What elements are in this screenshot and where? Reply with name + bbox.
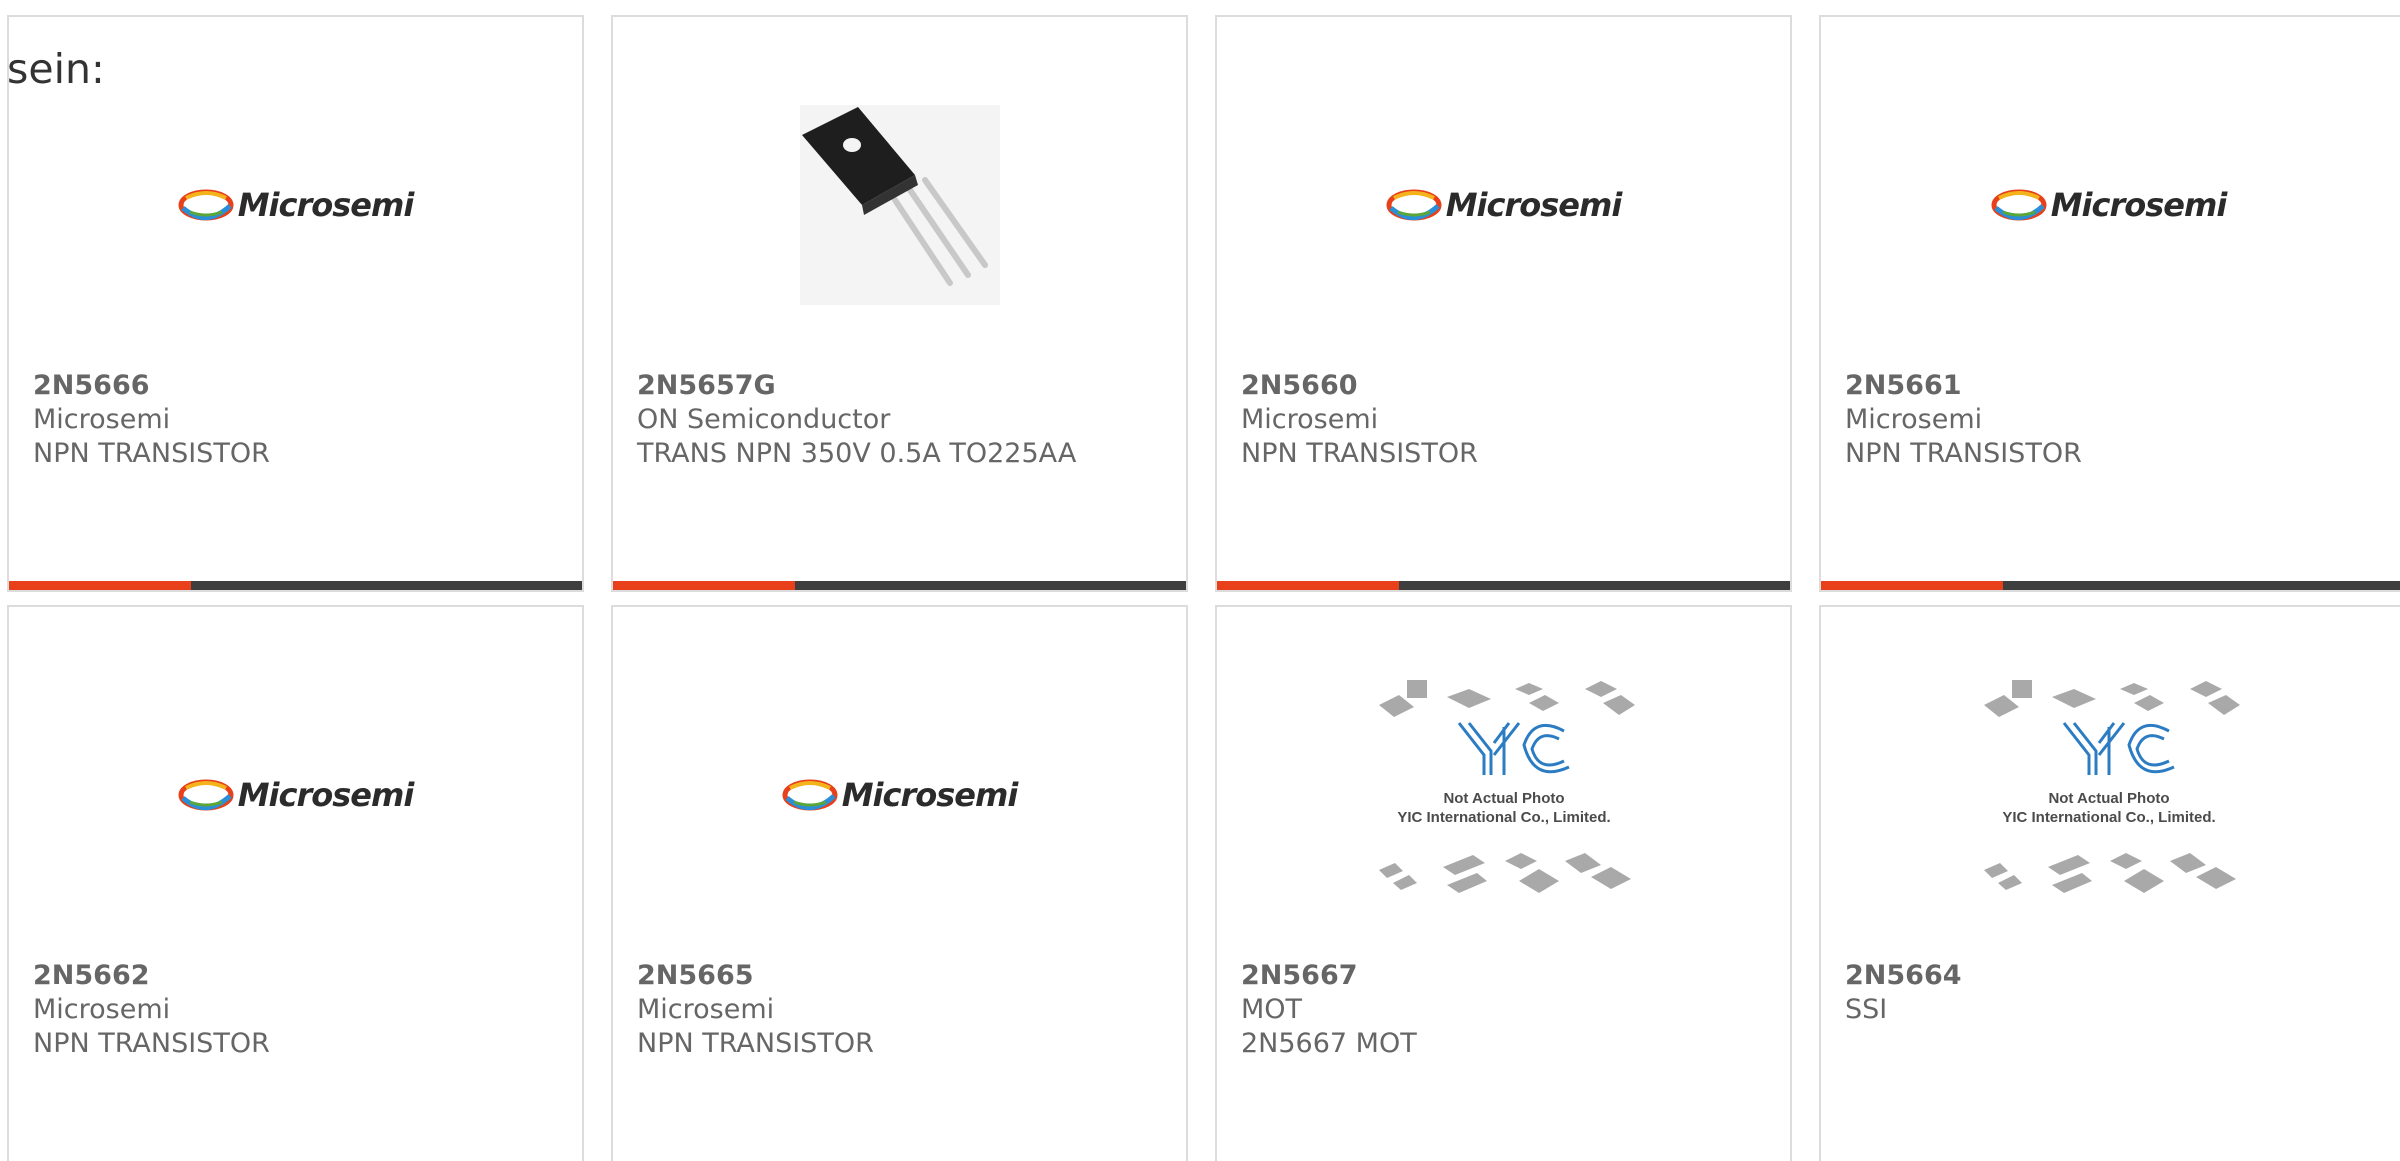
card-accent-bar (613, 581, 795, 590)
product-info: 2N5657G ON Semiconductor TRANS NPN 350V … (637, 369, 1174, 471)
part-number[interactable]: 2N5660 (1241, 369, 1778, 403)
product-image: Not Actual Photo YIC International Co., … (1821, 667, 2396, 922)
manufacturer: Microsemi (33, 994, 171, 1025)
microsemi-wordmark: Microsemi (237, 775, 415, 814)
product-image: Microsemi (1217, 77, 1790, 332)
product-info: 2N5661 Microsemi NPN TRANSISTOR (1845, 369, 2388, 471)
microsemi-wordmark: Microsemi (2050, 185, 2228, 224)
product-image (613, 77, 1186, 332)
product-image: Microsemi (9, 77, 582, 332)
microsemi-logo: Microsemi (178, 776, 414, 814)
transistor-photo (799, 104, 1000, 305)
svg-text:Not Actual Photo: Not Actual Photo (1443, 790, 1564, 807)
manufacturer: ON Semiconductor (637, 404, 891, 435)
part-number[interactable]: 2N5665 (637, 959, 1174, 993)
microsemi-wordmark: Microsemi (237, 185, 415, 224)
manufacturer: Microsemi (637, 994, 775, 1025)
microsemi-swirl-icon (178, 779, 234, 810)
product-info: 2N5664 SSI (1845, 959, 2388, 1027)
card-footer-bar (9, 581, 582, 590)
yic-placeholder-image: Not Actual Photo YIC International Co., … (1378, 679, 1635, 893)
part-number[interactable]: 2N5661 (1845, 369, 2388, 403)
part-number[interactable]: 2N5666 (33, 369, 570, 403)
product-info: 2N5662 Microsemi NPN TRANSISTOR (33, 959, 570, 1061)
product-image: Microsemi (9, 667, 582, 922)
description: NPN TRANSISTOR (637, 1028, 874, 1059)
product-info: 2N5666 Microsemi NPN TRANSISTOR (33, 369, 570, 471)
microsemi-swirl-icon (1991, 189, 2047, 220)
product-card[interactable]: 2N5657G ON Semiconductor TRANS NPN 350V … (611, 15, 1188, 592)
manufacturer: SSI (1845, 994, 1888, 1025)
yic-placeholder-image: Not Actual Photo YIC International Co., … (1983, 679, 2240, 893)
description: 2N5667 MOT (1241, 1028, 1417, 1059)
product-card[interactable]: Microsemi 2N5666 Microsemi NPN TRANSISTO… (7, 15, 584, 592)
card-accent-bar (1217, 581, 1399, 590)
product-info: 2N5667 MOT 2N5667 MOT (1241, 959, 1778, 1061)
description: NPN TRANSISTOR (33, 1028, 270, 1059)
part-number[interactable]: 2N5662 (33, 959, 570, 993)
card-accent-bar (1821, 581, 2003, 590)
microsemi-logo: Microsemi (1991, 186, 2227, 224)
product-image: Microsemi (613, 667, 1186, 922)
product-image: Microsemi (1821, 77, 2396, 332)
part-number[interactable]: 2N5657G (637, 369, 1174, 403)
microsemi-logo: Microsemi (782, 776, 1018, 814)
card-footer-bar (1821, 581, 2400, 590)
card-footer-bar (613, 581, 1186, 590)
card-accent-bar (9, 581, 191, 590)
product-card[interactable]: Not Actual Photo YIC International Co., … (1819, 605, 2400, 1161)
microsemi-swirl-icon (178, 189, 234, 220)
product-info: 2N5660 Microsemi NPN TRANSISTOR (1241, 369, 1778, 471)
microsemi-wordmark: Microsemi (841, 775, 1019, 814)
product-card[interactable]: Microsemi 2N5660 Microsemi NPN TRANSISTO… (1215, 15, 1792, 592)
manufacturer: Microsemi (33, 404, 171, 435)
microsemi-logo: Microsemi (178, 186, 414, 224)
product-image: Not Actual Photo YIC International Co., … (1217, 667, 1790, 922)
description: NPN TRANSISTOR (33, 438, 270, 469)
product-info: 2N5665 Microsemi NPN TRANSISTOR (637, 959, 1174, 1061)
product-card[interactable]: Microsemi 2N5662 Microsemi NPN TRANSISTO… (7, 605, 584, 1161)
microsemi-logo: Microsemi (1386, 186, 1622, 224)
manufacturer: Microsemi (1241, 404, 1379, 435)
microsemi-swirl-icon (782, 779, 838, 810)
description: TRANS NPN 350V 0.5A TO225AA (637, 438, 1077, 469)
product-card[interactable]: Microsemi 2N5665 Microsemi NPN TRANSISTO… (611, 605, 1188, 1161)
svg-text:YIC International Co., Limited: YIC International Co., Limited. (1397, 809, 1610, 826)
product-card[interactable]: Microsemi 2N5661 Microsemi NPN TRANSISTO… (1819, 15, 2400, 592)
description: NPN TRANSISTOR (1845, 438, 2082, 469)
part-number[interactable]: 2N5664 (1845, 959, 2388, 993)
manufacturer: Microsemi (1845, 404, 1983, 435)
microsemi-swirl-icon (1386, 189, 1442, 220)
product-grid-page: sein: Microsemi 2N5666 Microsemi NPN TRA… (0, 0, 2400, 1161)
description: NPN TRANSISTOR (1241, 438, 1478, 469)
product-card[interactable]: Not Actual Photo YIC International Co., … (1215, 605, 1792, 1161)
intro-text: sein: (7, 45, 105, 93)
microsemi-wordmark: Microsemi (1445, 185, 1623, 224)
svg-text:YIC International Co., Limited: YIC International Co., Limited. (2002, 809, 2215, 826)
part-number[interactable]: 2N5667 (1241, 959, 1778, 993)
manufacturer: MOT (1241, 994, 1303, 1025)
card-footer-bar (1217, 581, 1790, 590)
svg-text:Not Actual Photo: Not Actual Photo (2048, 790, 2169, 807)
